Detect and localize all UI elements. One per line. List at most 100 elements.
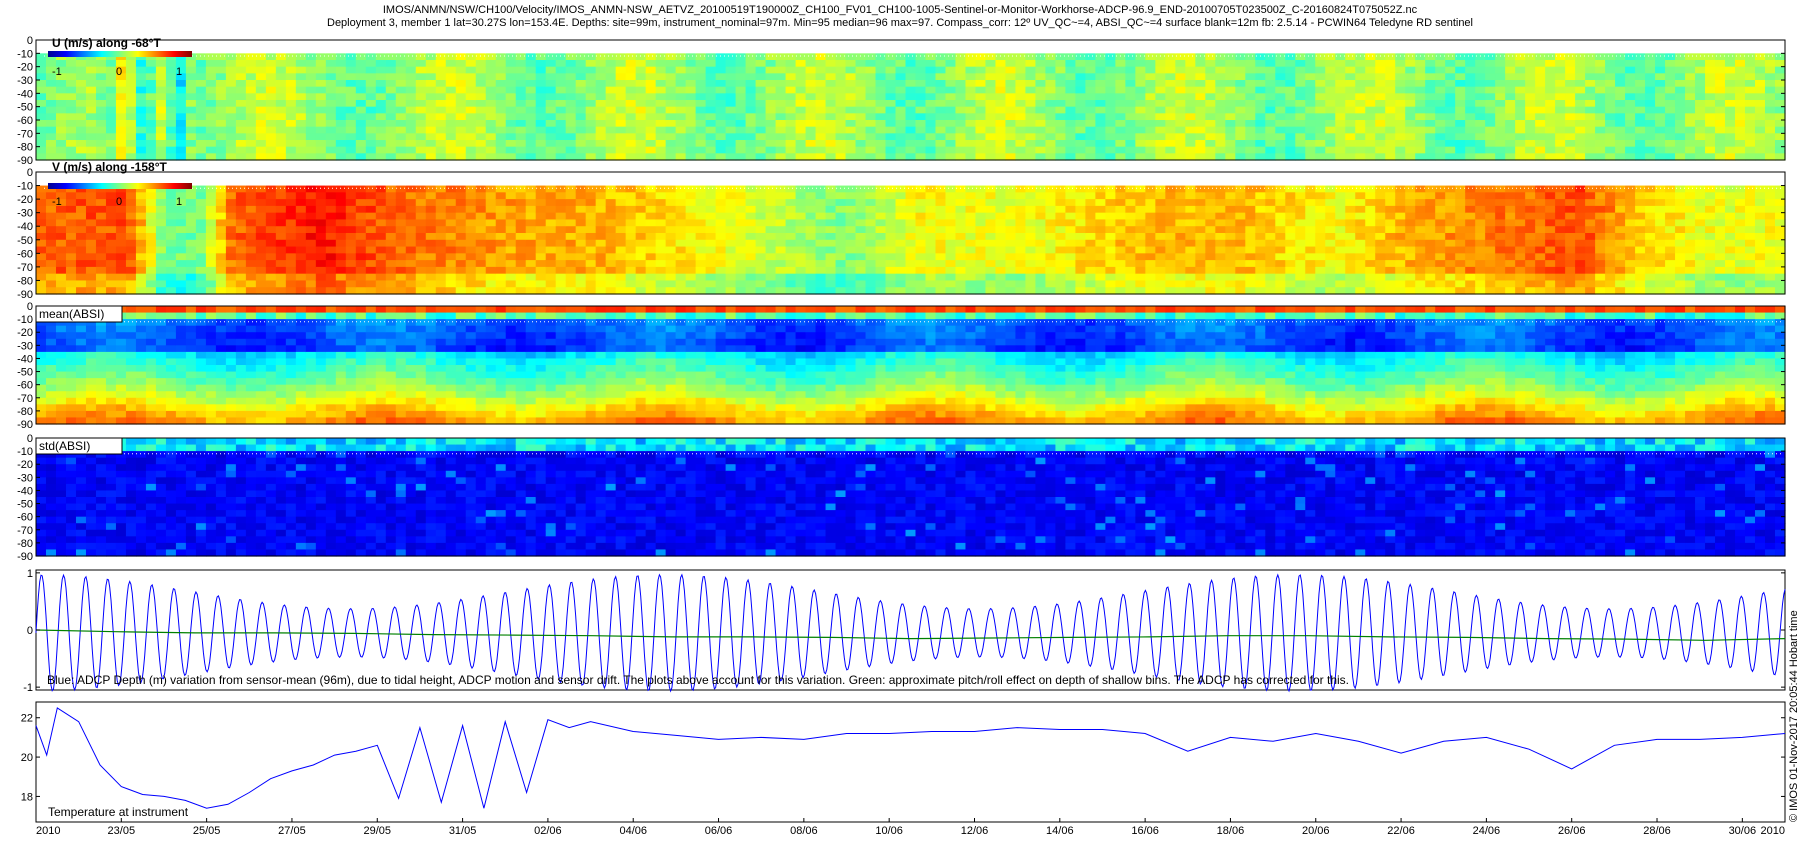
- heatmap-cell: [1405, 66, 1416, 74]
- heatmap-cell: [335, 185, 347, 193]
- heatmap-cell: [745, 40, 757, 48]
- heatmap-cell: [1555, 126, 1566, 134]
- heatmap-cell: [235, 140, 247, 148]
- heatmap-cell: [435, 266, 447, 275]
- heatmap-cell: [95, 126, 107, 134]
- heatmap-cell: [145, 140, 157, 148]
- heatmap-cell: [545, 205, 557, 214]
- heatmap-cell: [605, 233, 617, 241]
- heatmap-cell: [485, 66, 497, 74]
- heatmap-cell: [635, 253, 647, 261]
- heatmap-cell: [295, 273, 307, 282]
- heatmap-cell: [1155, 80, 1166, 88]
- heatmap-cell: [715, 113, 727, 121]
- heatmap-cell: [515, 113, 527, 121]
- heatmap-cell: [395, 246, 407, 254]
- heatmap-cell: [955, 192, 967, 200]
- heatmap-cell: [65, 205, 77, 214]
- heatmap-cell: [305, 287, 317, 295]
- heatmap-cell: [1735, 146, 1746, 154]
- heatmap-cell: [395, 73, 407, 81]
- heatmap-cell: [1395, 146, 1406, 154]
- heatmap-cell: [485, 106, 497, 114]
- heatmap-cell: [1095, 106, 1106, 114]
- heatmap-cell: [715, 86, 727, 94]
- heatmap-cell: [855, 172, 867, 180]
- heatmap-cell: [425, 106, 437, 114]
- heatmap-cell: [1305, 73, 1316, 81]
- heatmap-cell: [1055, 66, 1067, 74]
- heatmap-cell: [575, 273, 587, 282]
- heatmap-cell: [625, 40, 637, 48]
- heatmap-cell: [45, 273, 57, 282]
- heatmap-cell: [1605, 120, 1616, 128]
- heatmap-cell: [525, 287, 537, 295]
- heatmap-cell: [915, 246, 927, 254]
- heatmap-cell: [245, 53, 257, 61]
- heatmap-cell: [915, 113, 927, 121]
- heatmap-cell: [655, 226, 667, 234]
- heatmap-cell: [1405, 86, 1416, 94]
- heatmap-cell: [295, 140, 307, 148]
- heatmap-cell: [1065, 66, 1076, 74]
- heatmap-cell: [485, 192, 497, 200]
- heatmap-cell: [315, 192, 327, 200]
- heatmap-cell: [395, 280, 407, 288]
- heatmap-cell: [475, 133, 487, 141]
- heatmap-cell: [275, 219, 287, 227]
- heatmap-cell: [465, 60, 477, 68]
- heatmap-cell: [995, 133, 1007, 141]
- heatmap-cell: [135, 113, 147, 121]
- heatmap-cell: [235, 46, 247, 54]
- heatmap-cell: [1375, 53, 1386, 61]
- heatmap-cell: [755, 199, 767, 207]
- heatmap-cell: [1405, 133, 1416, 141]
- heatmap-cell: [185, 93, 197, 101]
- heatmap-cell: [185, 146, 197, 154]
- heatmap-cell: [1165, 53, 1176, 61]
- heatmap-cell: [445, 239, 457, 248]
- heatmap-cell: [1095, 73, 1106, 81]
- heatmap-cell: [875, 233, 887, 241]
- heatmap-cell: [605, 53, 617, 61]
- heatmap-cell: [1775, 40, 1786, 48]
- heatmap-cell: [1545, 86, 1556, 94]
- heatmap-cell: [375, 113, 387, 121]
- heatmap-cell: [45, 246, 57, 254]
- heatmap-cell: [405, 86, 417, 94]
- heatmap-cell: [545, 219, 557, 227]
- heatmap-cell: [875, 113, 887, 121]
- heatmap-cell: [545, 106, 557, 114]
- heatmap-cell: [485, 253, 497, 261]
- heatmap-cell: [1305, 146, 1316, 154]
- heatmap-cell: [435, 60, 447, 68]
- heatmap-cell: [1605, 133, 1616, 141]
- heatmap-cell: [605, 46, 617, 54]
- heatmap-cell: [175, 280, 187, 288]
- heatmap-cell: [455, 239, 467, 248]
- heatmap-cell: [515, 199, 527, 207]
- heatmap-cell: [55, 260, 67, 268]
- heatmap-cell: [295, 253, 307, 261]
- heatmap-cell: [725, 287, 737, 295]
- heatmap-cell: [175, 80, 187, 88]
- heatmap-cell: [425, 233, 437, 241]
- heatmap-cell: [435, 273, 447, 282]
- heatmap-cell: [805, 146, 817, 154]
- heatmap-cell: [805, 126, 817, 134]
- heatmap-cell: [1225, 113, 1236, 121]
- heatmap-cell: [65, 266, 77, 275]
- heatmap-cell: [1515, 100, 1526, 108]
- heatmap-cell: [1015, 233, 1027, 241]
- heatmap-cell: [65, 239, 77, 248]
- heatmap-cell: [895, 126, 907, 134]
- heatmap-cell: [36, 199, 47, 207]
- heatmap-cell: [36, 66, 47, 74]
- heatmap-cell: [255, 80, 267, 88]
- heatmap-cell: [555, 53, 567, 61]
- heatmap-cell: [415, 266, 427, 275]
- heatmap-cell: [825, 53, 837, 61]
- heatmap-cell: [45, 80, 57, 88]
- heatmap-cell: [1005, 266, 1017, 275]
- heatmap-cell: [495, 280, 507, 288]
